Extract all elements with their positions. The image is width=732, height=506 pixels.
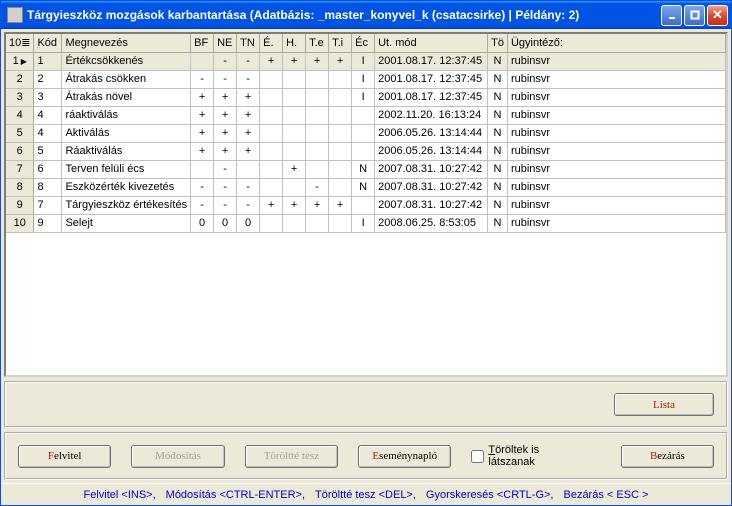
toroltetesz-button[interactable]: Töröltté tesz	[245, 445, 338, 468]
toroltek-checkbox-input[interactable]	[471, 450, 484, 463]
bezaras-button[interactable]: Bezárás	[621, 445, 714, 468]
app-icon	[7, 7, 23, 23]
window-title: Tárgyieszköz mozgások karbantartása (Ada…	[27, 8, 661, 22]
col-index[interactable]: 10≣	[6, 34, 34, 52]
col-te[interactable]: T.e	[306, 34, 329, 52]
table-row[interactable]: 97Tárgyieszköz értékesítés---++++2007.08…	[6, 196, 726, 214]
table-row[interactable]: 11Értékcsökkenés--++++I2001.08.17. 12:37…	[6, 52, 726, 70]
status-modositas: Módosítás <CTRL-ENTER>,	[166, 489, 305, 501]
close-button[interactable]: ✕	[707, 5, 728, 26]
col-megnevezes[interactable]: Megnevezés	[62, 34, 191, 52]
toroltek-checkbox[interactable]: Töröltek is látszanak	[471, 444, 580, 468]
col-h[interactable]: H.	[283, 34, 306, 52]
data-grid[interactable]: 10≣ Kód Megnevezés BF NE TN É. H. T.e T.…	[4, 32, 728, 377]
modositas-button[interactable]: Módosítás	[131, 445, 224, 468]
table-row[interactable]: 65Ráaktiválás+++2006.05.26. 13:14:44Nrub…	[6, 142, 726, 160]
col-ne[interactable]: NE	[214, 34, 237, 52]
lista-button[interactable]: Lista	[614, 393, 714, 416]
col-to[interactable]: Tö	[488, 34, 508, 52]
maximize-button[interactable]	[684, 5, 705, 26]
table-row[interactable]: 54Aktiválás+++2006.05.26. 13:14:44Nrubin…	[6, 124, 726, 142]
button-row: Felvitel Módosítás Töröltté tesz Esemény…	[4, 432, 728, 480]
status-bar: Felvitel <INS>, Módosítás <CTRL-ENTER>, …	[1, 483, 731, 505]
col-kod[interactable]: Kód	[34, 34, 62, 52]
status-torolte: Töröltté tesz <DEL>,	[315, 489, 416, 501]
col-tn[interactable]: TN	[237, 34, 260, 52]
status-bezaras: Bezárás < ESC >	[563, 489, 648, 501]
felvitel-button[interactable]: Felvitel	[18, 445, 111, 468]
table-row[interactable]: 44ráaktiválás+++2002.11.20. 16:13:24Nrub…	[6, 106, 726, 124]
lista-panel: Lista	[4, 381, 728, 428]
app-window: Tárgyieszköz mozgások karbantartása (Ada…	[0, 0, 732, 506]
table-row[interactable]: 22Átrakás csökken---I2001.08.17. 12:37:4…	[6, 70, 726, 88]
col-ugyintezo[interactable]: Ügyintéző:	[507, 34, 725, 52]
table-row[interactable]: 88Eszközérték kivezetés----N2007.08.31. …	[6, 178, 726, 196]
status-gyors: Gyorskeresés <CRTL-G>,	[426, 489, 554, 501]
minimize-button[interactable]	[661, 5, 682, 26]
col-ti[interactable]: T.i	[329, 34, 352, 52]
table-row[interactable]: 109Selejt000I2008.06.25. 8:53:05Nrubinsv…	[6, 214, 726, 232]
titlebar[interactable]: Tárgyieszköz mozgások karbantartása (Ada…	[1, 1, 731, 29]
table-row[interactable]: 33Átrakás növel+++I2001.08.17. 12:37:45N…	[6, 88, 726, 106]
status-felvitel: Felvitel <INS>,	[84, 489, 156, 501]
col-ec[interactable]: Éc	[352, 34, 375, 52]
col-e[interactable]: É.	[260, 34, 283, 52]
col-bf[interactable]: BF	[191, 34, 214, 52]
table-row[interactable]: 76Terven felüli écs-+N2007.08.31. 10:27:…	[6, 160, 726, 178]
col-utmod[interactable]: Ut. mód	[375, 34, 488, 52]
header-row: 10≣ Kód Megnevezés BF NE TN É. H. T.e T.…	[6, 34, 726, 52]
esemenynaplo-button[interactable]: Eseménynapló	[358, 445, 451, 468]
